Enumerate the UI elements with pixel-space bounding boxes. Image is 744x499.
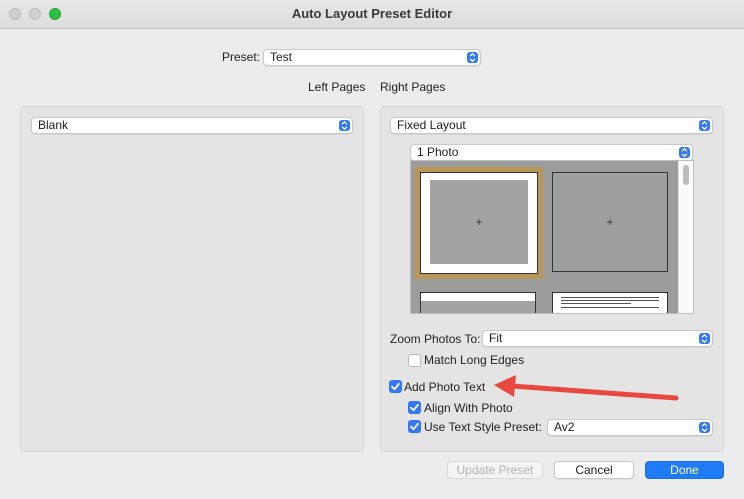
layout-thumbnail-selected[interactable]: + (415, 167, 543, 279)
align-with-photo-checkbox[interactable] (408, 401, 421, 414)
right-pages-heading: Right Pages (380, 80, 446, 94)
popup-stepper-icon (679, 147, 690, 158)
popup-stepper-icon (467, 52, 478, 63)
popup-stepper-icon (699, 333, 710, 344)
text-line (561, 297, 659, 298)
photo-cell (421, 301, 535, 313)
add-photo-text-checkbox[interactable] (389, 380, 402, 393)
preset-value: Test (270, 50, 293, 64)
text-style-preset-value: Av2 (554, 420, 575, 434)
window-title: Auto Layout Preset Editor (291, 6, 453, 21)
align-with-photo-label: Align With Photo (424, 401, 513, 415)
left-layout-popup[interactable]: Blank (31, 117, 353, 134)
popup-stepper-icon (339, 120, 350, 131)
layout-thumbnail[interactable]: + (552, 172, 668, 272)
photo-cell: + (430, 180, 528, 264)
left-pages-panel (20, 106, 364, 452)
text-line (561, 300, 659, 301)
done-button[interactable]: Done (645, 461, 724, 479)
preset-popup[interactable]: Test (263, 49, 481, 66)
left-layout-value: Blank (38, 118, 69, 132)
layout-template-grid[interactable]: + + (410, 160, 694, 314)
photo-count-value: 1 Photo (417, 145, 459, 159)
checkmark-icon (410, 422, 419, 431)
title-bar: Auto Layout Preset Editor (0, 0, 744, 29)
cancel-button[interactable]: Cancel (554, 461, 634, 479)
page-frame: + (420, 172, 538, 274)
text-style-preset-popup[interactable]: Av2 (547, 419, 713, 436)
add-photo-marker: + (606, 215, 614, 229)
photo-count-popup[interactable]: 1 Photo (410, 144, 693, 161)
add-photo-marker: + (475, 215, 483, 229)
add-photo-text-label: Add Photo Text (404, 380, 486, 394)
checkmark-icon (410, 403, 419, 412)
layout-thumbnail[interactable] (552, 292, 668, 313)
grid-scroll-thumb[interactable] (683, 165, 689, 185)
photo-cell: + (553, 173, 667, 271)
zoom-photos-value: Fit (489, 331, 503, 345)
text-line (561, 307, 659, 308)
zoom-photos-popup[interactable]: Fit (482, 330, 713, 347)
update-preset-button[interactable]: Update Preset (447, 461, 543, 479)
text-line (561, 303, 631, 304)
right-layout-value: Fixed Layout (397, 118, 466, 132)
match-long-edges-label: Match Long Edges (424, 353, 525, 367)
match-long-edges-checkbox[interactable] (408, 354, 421, 367)
zoom-photos-label: Zoom Photos To: (390, 332, 481, 346)
use-text-style-preset-label: Use Text Style Preset: (424, 420, 542, 434)
preset-label: Preset: (222, 50, 261, 64)
left-pages-heading: Left Pages (308, 80, 366, 94)
popup-stepper-icon (699, 120, 710, 131)
grid-scrollbar[interactable] (678, 161, 693, 313)
popup-stepper-icon (699, 422, 710, 433)
right-layout-popup[interactable]: Fixed Layout (390, 117, 713, 134)
layout-thumbnail[interactable] (420, 292, 536, 313)
checkmark-icon (391, 382, 400, 391)
use-text-style-preset-checkbox[interactable] (408, 420, 421, 433)
